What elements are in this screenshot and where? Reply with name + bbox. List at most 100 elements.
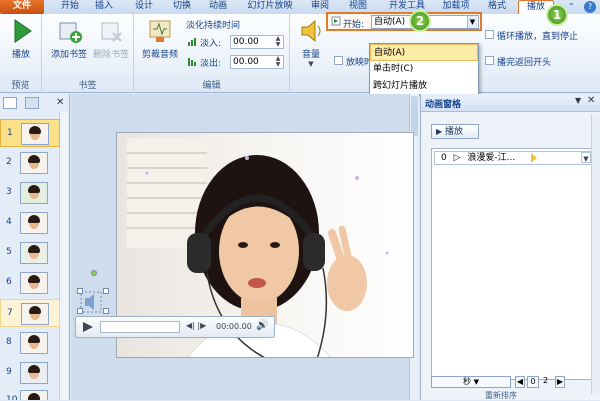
animation-pane-title: 动画窗格 [425,100,462,110]
start-select-value: 自动(A) [374,17,406,27]
resize-handle[interactable] [103,288,109,294]
slide-thumbnail[interactable]: 4 [0,209,60,237]
player-volume-icon[interactable]: 🔊 [256,320,268,331]
tab-transitions[interactable]: 切换 [170,0,194,14]
slide-thumbnail[interactable]: 6 [0,269,60,297]
tab-file[interactable]: 文件 [0,0,44,14]
slide-thumbnail[interactable]: 7 [0,299,60,327]
tab-slideshow[interactable]: 幻灯片放映 [242,0,298,14]
seconds-dropdown[interactable]: 秒 ▼ [431,376,511,388]
stepper-arrows-icon[interactable]: ▲ ▼ [274,56,282,68]
volume-icon [297,17,325,45]
resize-handle[interactable] [77,308,83,314]
slide-preview [20,152,48,174]
trigger-icon: ▷ [453,153,461,163]
fade-duration-label: 淡化持续时间 [186,21,241,31]
scrollbar-thumb[interactable] [411,96,418,136]
slide-number: 5 [6,247,12,257]
add-bookmark-icon [55,17,83,45]
tab-insert[interactable]: 插入 [92,0,116,14]
player-play-icon[interactable] [79,320,95,334]
trim-audio-button[interactable]: 剪裁音频 [138,17,182,60]
play-icon [7,17,35,45]
close-pane-icon[interactable]: ✕ [587,95,595,106]
animation-list-item[interactable]: 0 ▷ 浪漫爱-江... ▼ [434,151,594,165]
slide-number: 7 [7,308,13,318]
page-prev-icon[interactable]: ◀ [515,376,525,388]
resize-handle[interactable] [103,308,109,314]
animation-play-label: 播放 [445,127,464,137]
slides-tab[interactable] [3,97,17,109]
fade-out-stepper[interactable]: 00.00 ▲ ▼ [230,55,284,69]
stepper-arrows-icon[interactable]: ▲ ▼ [274,36,282,48]
page-value[interactable]: 0 [527,376,539,388]
remove-bookmark-label: 删除书签 [92,50,129,60]
animation-pane: 动画窗格 ▼ ✕ ▶ 播放 0 ▷ 浪漫爱-江... ▼ 秒 ▼ ◀ 0 2 ▶… [420,94,600,400]
slide-thumbnail[interactable]: 2 [0,149,60,177]
thumbnail-scrollbar[interactable] [59,112,68,400]
slide-preview [20,272,48,294]
start-option-auto[interactable]: 自动(A) [370,44,478,61]
help-icon[interactable]: ? [584,1,596,13]
outline-tab[interactable] [25,97,39,109]
start-option-across-slides[interactable]: 跨幻灯片播放 [370,78,478,95]
group-label-bookmarks: 书签 [78,81,97,91]
slide-thumbnail[interactable]: 10 [0,387,60,400]
slide-preview [20,390,48,400]
tab-format[interactable]: 格式 [484,0,510,14]
slide-preview [20,242,48,264]
play-preview-button[interactable]: 播放 [6,17,36,60]
tab-animations[interactable]: 动画 [206,0,230,14]
slide-preview [20,212,48,234]
start-label: 开始: [343,20,365,30]
slide-thumbnail[interactable]: 8 [0,329,60,357]
chevron-down-icon[interactable]: ▼ [467,16,477,28]
item-dropdown-icon[interactable]: ▼ [581,152,591,163]
close-panel-icon[interactable]: ✕ [56,97,64,108]
play-small-icon: ▶ [436,127,443,136]
slide-thumbnail[interactable]: 9 [0,359,60,387]
chevron-down-icon: ▼ [473,378,479,386]
add-bookmark-button[interactable]: 添加书签 [48,17,90,60]
tab-design[interactable]: 设计 [132,0,156,14]
pane-scrollbar[interactable] [591,114,600,394]
step-badge-1: 1 [546,4,568,26]
slide-thumbnail[interactable]: 3 [0,179,60,207]
fade-in-stepper[interactable]: 00.00 ▲ ▼ [230,35,284,49]
slide-number: 6 [6,277,12,287]
start-option-on-click[interactable]: 单击时(C) [370,61,478,78]
player-progress-track[interactable] [100,321,180,333]
slide-thumbnail[interactable]: 5 [0,239,60,267]
animation-play-button[interactable]: ▶ 播放 [431,124,479,139]
pane-menu-icon[interactable]: ▼ [575,96,581,105]
slide-thumbnail-panel: ✕ 1 2 3 4 5 6 7 8 9 10 [0,94,70,400]
fade-in-icon [188,36,198,46]
ribbon-minimize-icon[interactable]: ⌃ [568,2,578,12]
hide-during-show-checkbox[interactable] [334,56,343,65]
slide-preview [21,123,49,145]
loop-checkbox[interactable] [485,30,494,39]
volume-label: 音量 [301,50,320,60]
player-time: 00:00.00 [216,322,252,331]
rewind-checkbox[interactable] [485,56,494,65]
trim-audio-icon [146,17,174,45]
slide-thumbnail[interactable]: 1 [0,119,60,147]
trim-audio-label: 剪裁音频 [141,50,178,60]
rotate-handle[interactable] [91,270,97,276]
remove-bookmark-button[interactable]: 删除书签 [90,17,132,60]
fade-in-value: 00.00 [233,37,259,47]
fade-out-icon [188,56,198,66]
page-next-icon[interactable]: ▶ [555,376,565,388]
slide-preview [20,362,48,384]
loop-label: 循环播放，直到停止 [497,32,579,42]
ribbon-tab-bar: 文件 开始 插入 设计 切换 动画 幻灯片放映 审阅 视图 开发工具 加载项 格… [0,0,600,14]
remove-bookmark-icon [97,17,125,45]
player-skip-icons[interactable]: ◀| |▶ [186,321,206,330]
tab-home[interactable]: 开始 [58,0,82,14]
fade-in-label: 淡入: [200,39,222,49]
group-label-preview: 预览 [11,81,30,91]
volume-button[interactable]: 音量 ▼ [294,17,328,68]
resize-handle[interactable] [77,288,83,294]
group-bookmarks: 添加书签 删除书签 书签 [42,14,134,93]
ribbon-panel: 播放 预览 添加书签 删除书签 书签 剪裁音频 淡化持续时间 淡入: 00.00… [0,14,600,93]
